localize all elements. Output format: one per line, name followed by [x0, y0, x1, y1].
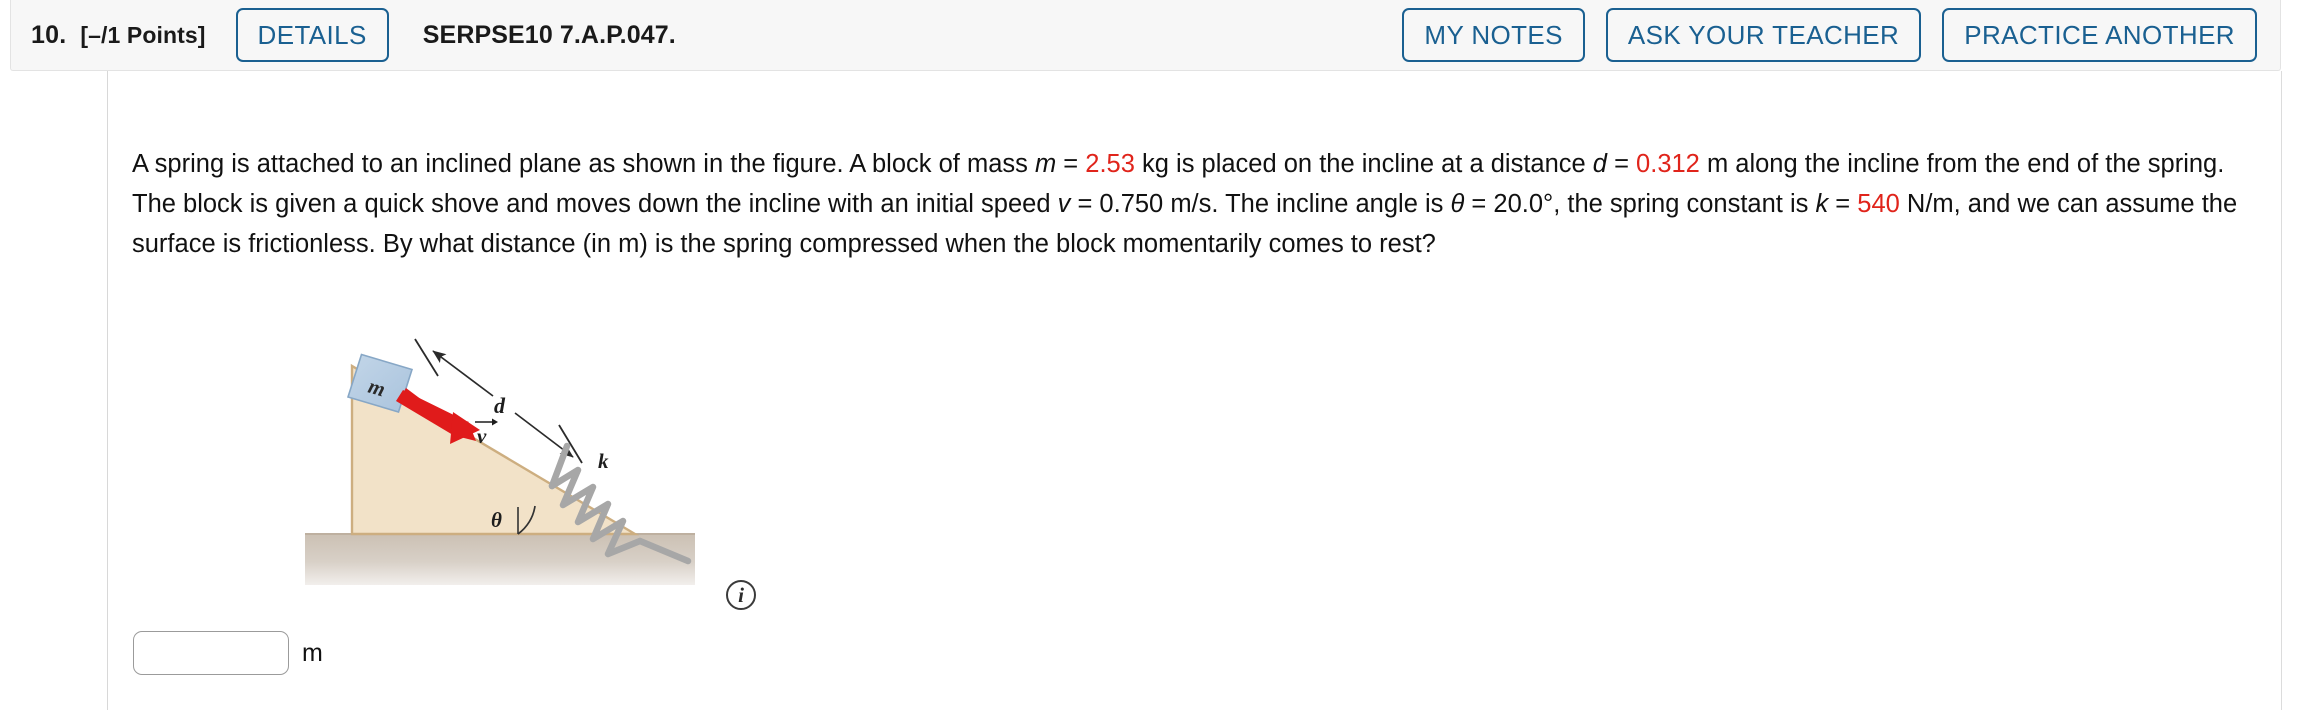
figure-label-k: k — [598, 449, 609, 473]
info-icon[interactable]: i — [726, 580, 756, 610]
answer-input[interactable] — [133, 631, 289, 675]
value-speed: 0.750 — [1099, 189, 1164, 218]
value-mass: 2.53 — [1085, 149, 1135, 178]
symbol-theta: θ — [1450, 189, 1465, 218]
eq-3: = — [1070, 189, 1100, 218]
eq-5: = — [1828, 189, 1858, 218]
value-angle: 20.0° — [1493, 189, 1554, 218]
symbol-d: d — [1592, 149, 1607, 178]
stmt-part-1: A spring is attached to an inclined plan… — [132, 149, 1035, 178]
dim-tick-start — [414, 338, 439, 377]
svg-text:v: v — [477, 424, 487, 448]
content-right-divider — [2281, 71, 2282, 710]
question-code: SERPSE10 7.A.P.047. — [422, 20, 676, 49]
question-header-bar: 10. [–/1 Points] DETAILS SERPSE10 7.A.P.… — [10, 0, 2281, 71]
eq-2: = — [1606, 149, 1637, 178]
question-number: 10. — [31, 20, 67, 49]
header-actions: MY NOTES ASK YOUR TEACHER PRACTICE ANOTH… — [1402, 8, 2257, 62]
my-notes-button[interactable]: MY NOTES — [1402, 8, 1585, 62]
stmt-part-4: m/s. The incline angle is — [1163, 189, 1451, 218]
question-statement: A spring is attached to an inclined plan… — [132, 144, 2272, 264]
details-button[interactable]: DETAILS — [235, 8, 389, 62]
figure-label-d: d — [494, 393, 506, 418]
stmt-part-5: , the spring constant is — [1553, 189, 1816, 218]
answer-unit-label: m — [302, 638, 323, 667]
eq-4: = — [1464, 189, 1494, 218]
question-body: A spring is attached to an inclined plan… — [132, 118, 2272, 289]
content-left-divider — [107, 71, 108, 710]
symbol-m: m — [1034, 149, 1057, 178]
answer-row: m — [133, 631, 323, 675]
stmt-part-2: kg is placed on the incline at a distanc… — [1134, 149, 1593, 178]
figure-label-v: v — [475, 418, 498, 448]
eq-1: = — [1056, 149, 1086, 178]
points-badge: [–/1 Points] — [80, 21, 206, 48]
value-spring-constant: 540 — [1857, 189, 1900, 218]
problem-figure: θ m v d k — [290, 308, 760, 608]
symbol-k: k — [1815, 189, 1829, 218]
symbol-v: v — [1057, 189, 1071, 218]
value-distance: 0.312 — [1636, 149, 1700, 178]
ask-your-teacher-button[interactable]: ASK YOUR TEACHER — [1605, 8, 1922, 62]
incline-spring-diagram: θ m v d k — [305, 338, 695, 585]
practice-another-button[interactable]: PRACTICE ANOTHER — [1942, 8, 2257, 62]
figure-label-theta: θ — [491, 508, 502, 532]
